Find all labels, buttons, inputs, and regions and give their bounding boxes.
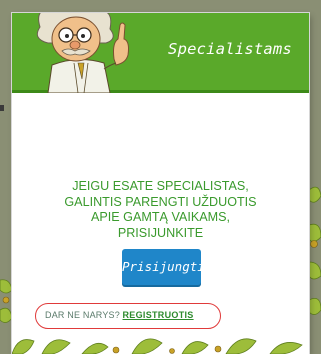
register-prompt-text: DAR NE NARYS? (45, 310, 120, 320)
header-title: Specialistams (168, 40, 292, 58)
panel-header: Specialistams (12, 13, 309, 93)
register-prompt-box: DAR NE NARYS? REGISTRUOTIS (35, 303, 221, 329)
message-line: JEIGU ESATE SPECIALISTAS, (72, 179, 249, 193)
scientist-mascot-icon (36, 13, 129, 93)
specialist-message: JEIGU ESATE SPECIALISTAS, GALINTIS PAREN… (42, 179, 279, 241)
login-panel: Specialistams JEIGU ESATE SPECIALISTAS, … (12, 13, 309, 354)
foliage-decoration (12, 338, 303, 354)
login-button[interactable]: Prisijungti (122, 249, 205, 285)
message-line: APIE GAMTĄ VAIKAMS, (90, 210, 231, 224)
register-link[interactable]: REGISTRUOTIS (122, 310, 193, 320)
message-line: GALINTIS PARENGTI UŽDUOTIS (64, 194, 257, 209)
message-line: PRISIJUNKITE (117, 225, 204, 240)
